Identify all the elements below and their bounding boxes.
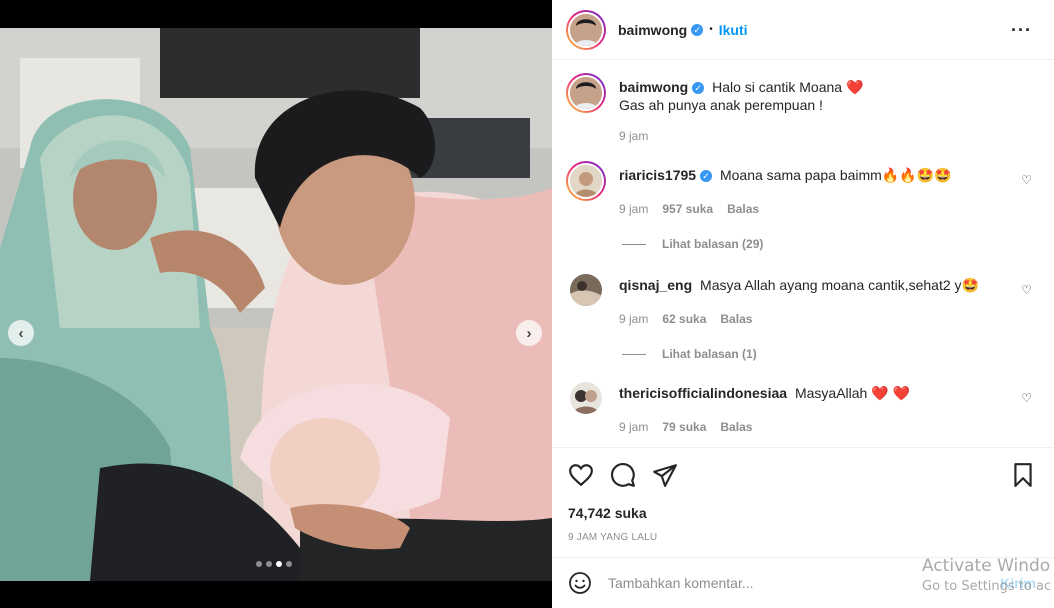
red-heart-emoji-icon: ❤️ ❤️ [871,385,910,401]
carousel-dot [256,561,262,567]
commenter-username[interactable]: qisnaj_eng [619,277,692,293]
comment-text: Moana sama papa baimm🔥🔥🤩🤩 [719,167,952,183]
post-header: baimwong ✓ • Ikuti ··· [552,0,1054,60]
carousel-indicator [256,561,292,567]
chevron-right-icon: › [526,324,532,342]
commenter-username[interactable]: thericisofficialindonesiaa [619,385,787,401]
like-comment-heart-icon[interactable]: ♡ [1021,391,1032,405]
red-heart-emoji-icon: ❤️ [845,79,864,95]
watermark-line1: Activate Windo [922,556,1051,576]
chevron-left-icon: ‹ [18,324,24,342]
verified-badge-icon: ✓ [692,82,705,95]
view-replies-label: Lihat balasan (29) [662,237,764,251]
reply-button[interactable]: Balas [727,202,759,216]
comment-likes[interactable]: 79 suka [662,420,706,434]
post-timestamp: 9 JAM YANG LALU [568,532,658,543]
save-bookmark-icon[interactable] [1010,462,1036,488]
verified-badge-icon: ✓ [691,23,704,36]
replies-divider [622,353,646,355]
post-photo[interactable]: ‹ › [0,28,552,581]
commenter-avatar[interactable] [566,161,606,201]
carousel-dot [286,561,292,567]
commenter-avatar[interactable] [570,382,602,414]
comment-icon[interactable] [610,462,636,488]
view-replies-button[interactable]: Lihat balasan (1) [622,347,757,361]
comment-text: Masya Allah ayang moana cantik,sehat2 y🤩 [700,277,979,293]
comment-item: qisnaj_eng Masya Allah ayang moana canti… [566,271,1040,381]
reply-button[interactable]: Balas [720,420,752,434]
comment-likes[interactable]: 62 suka [662,312,706,326]
photo-illustration [0,28,552,581]
previous-slide-button[interactable]: ‹ [8,320,34,346]
windows-activation-watermark: Activate Windo Go to Settings to ac [922,556,1051,594]
caption-author-avatar[interactable] [566,73,606,113]
comment-input[interactable] [608,571,948,595]
comment-time: 9 jam [619,420,649,434]
author-username[interactable]: baimwong [618,22,687,38]
post-media: ‹ › [0,0,552,608]
share-send-icon[interactable] [652,462,678,488]
next-slide-button[interactable]: › [516,320,542,346]
author-avatar[interactable] [566,9,606,50]
carousel-dot [266,561,272,567]
post-detail-panel: baimwong ✓ • Ikuti ··· baimwong ✓ Halo si… [552,0,1054,608]
follow-button[interactable]: Ikuti [719,22,748,38]
comments-list[interactable]: baimwong ✓ Halo si cantik Moana ❤️ Gas ah… [552,61,1054,447]
post-actions: 74,742 suka 9 JAM YANG LALU [552,447,1054,557]
watermark-line2: Go to Settings to ac [922,579,1052,594]
verified-badge-icon: ✓ [700,170,713,183]
comment-likes[interactable]: 957 suka [662,202,713,216]
comment-item: thericisofficialindonesiaa MasyaAllah ❤️… [566,379,1040,447]
more-options-icon[interactable]: ··· [1011,20,1032,41]
carousel-dot-active [276,561,282,567]
comment-item: riaricis1795 ✓ Moana sama papa baimm🔥🔥🤩🤩 … [566,161,1040,271]
caption-text-line2: Gas ah punya anak perempuan ! [619,97,823,113]
view-replies-button[interactable]: Lihat balasan (29) [622,237,763,251]
caption: baimwong ✓ Halo si cantik Moana ❤️ Gas ah… [566,73,1040,163]
like-comment-heart-icon[interactable]: ♡ [1021,283,1032,297]
comment-time: 9 jam [619,202,649,216]
caption-text-line1: Halo si cantik Moana [712,79,843,95]
likes-count[interactable]: 74,742 suka [568,505,647,521]
caption-username[interactable]: baimwong [619,79,688,95]
emoji-smiley-icon[interactable] [568,571,592,595]
like-comment-heart-icon[interactable]: ♡ [1021,173,1032,187]
commenter-username[interactable]: riaricis1795 [619,167,696,183]
commenter-avatar[interactable] [570,274,602,306]
replies-divider [622,243,646,245]
view-replies-label: Lihat balasan (1) [662,347,757,361]
comment-time: 9 jam [619,312,649,326]
reply-button[interactable]: Balas [720,312,752,326]
separator-dot: • [709,24,713,35]
like-heart-icon[interactable] [568,462,594,488]
caption-time: 9 jam [619,129,649,143]
comment-text: MasyaAllah [794,385,868,401]
